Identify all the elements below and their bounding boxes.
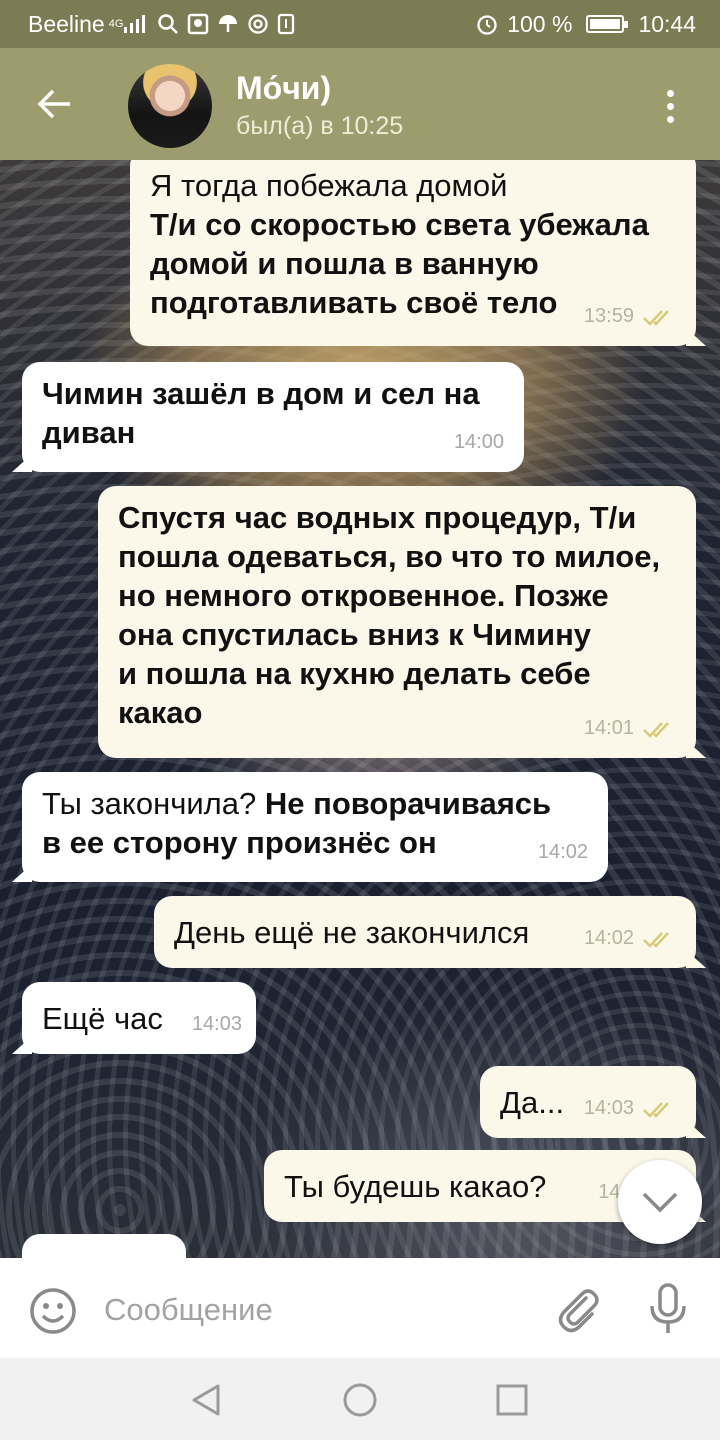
chat-header: Мо́чи) был(а) в 10:25 — [0, 48, 720, 160]
message-time: 14:02 — [583, 927, 634, 949]
message-text: она спустилась вниз к Чимину — [118, 617, 592, 652]
double-check-icon — [643, 1101, 669, 1118]
message-text: но немного откровенное. Позже — [118, 578, 609, 613]
message-composer — [0, 1258, 720, 1358]
message-bubble-outgoing[interactable]: Я тогда побежала домой Т/и со скоростью … — [130, 160, 696, 346]
message-text: пошла одеваться, во что то милое, — [118, 539, 661, 574]
more-vertical-icon — [666, 87, 674, 126]
message-text: диван — [42, 415, 136, 450]
message-text: Ты закончила? Не поворачиваясь — [42, 784, 588, 823]
double-check-icon — [643, 721, 669, 738]
double-check-icon — [643, 309, 669, 326]
message-text-bold: Не поворачиваясь — [264, 786, 552, 821]
paperclip-icon — [558, 1289, 599, 1333]
double-check-icon — [643, 931, 669, 948]
message-meta: 14:03 — [584, 1089, 676, 1128]
back-button[interactable] — [22, 74, 86, 134]
message-text: Т/и со скоростью света убежала — [150, 207, 649, 242]
upload-icon — [277, 13, 295, 35]
message-time: 14:02 — [537, 841, 588, 863]
message-text-plain: Ты закончила? — [42, 786, 257, 821]
message-input[interactable] — [104, 1284, 524, 1336]
triangle-back-icon — [192, 1384, 220, 1416]
clock: 10:44 — [638, 10, 696, 37]
carrier-name: Beeline — [28, 10, 105, 37]
alarm-icon — [475, 12, 499, 36]
message-time: 14:03 — [583, 1097, 634, 1119]
message-text: Спустя час водных процедур, Т/и — [118, 500, 637, 535]
system-navigation-bar — [0, 1358, 720, 1440]
message-bubble-outgoing[interactable]: Да... 14:03 — [480, 1066, 696, 1138]
circle-home-icon — [343, 1383, 377, 1417]
message-meta: 14:01 — [584, 709, 676, 748]
at-sign-icon — [247, 13, 269, 35]
message-meta: 14:02 — [538, 833, 588, 872]
message-meta: 14:02 — [584, 919, 676, 958]
message-text: Я тогда побежала домой — [150, 168, 508, 203]
message-text: Чимин зашёл в дом и сел на — [42, 376, 480, 411]
square-recents-icon — [496, 1384, 528, 1416]
message-bubble-incoming[interactable]: Ещё час 14:03 — [22, 982, 256, 1054]
chat-background: Я тогда побежала домой Т/и со скоростью … — [0, 160, 720, 1258]
last-seen-status: был(а) в 10:25 — [236, 112, 404, 140]
nav-home-button[interactable] — [340, 1380, 380, 1420]
battery-icon — [586, 15, 629, 33]
message-bubble-incoming[interactable]: Ты закончила? Не поворачиваясь в ее стор… — [22, 772, 608, 882]
scroll-down-button[interactable] — [618, 1160, 702, 1244]
message-meta: 14:03 — [192, 1005, 242, 1044]
emoji-button[interactable] — [28, 1286, 78, 1336]
network-type: 4G — [108, 18, 124, 30]
message-bubble-incoming[interactable] — [22, 1234, 186, 1258]
nav-recents-button[interactable] — [492, 1380, 532, 1420]
message-time: 14:01 — [583, 717, 634, 739]
umbrella-icon — [217, 13, 239, 35]
battery-percent: 100 % — [507, 10, 573, 37]
signal-icon: 4G — [109, 15, 150, 33]
chat-title[interactable]: Мо́чи) — [236, 70, 331, 107]
message-time: 14:03 — [191, 1013, 242, 1035]
attach-button[interactable] — [552, 1284, 602, 1334]
chevron-down-icon — [642, 1192, 678, 1213]
message-time: 13:59 — [583, 305, 634, 327]
nav-back-button[interactable] — [186, 1380, 226, 1420]
status-bar: Beeline 4G 100 % 10:44 — [0, 0, 720, 48]
message-text: домой и пошла в ванную — [150, 246, 539, 281]
message-meta: 13:59 — [584, 297, 676, 336]
arrow-left-icon — [37, 89, 70, 119]
message-bubble-outgoing[interactable]: День ещё не закончился 14:02 — [154, 896, 696, 968]
message-text: в ее сторону произнёс он — [42, 825, 437, 860]
message-text: и пошла на кухню делать себе — [118, 656, 591, 691]
microphone-button[interactable] — [644, 1282, 692, 1336]
message-bubble-incoming[interactable]: Чимин зашёл в дом и сел на диван 14:00 — [22, 362, 524, 472]
smiley-icon — [30, 1288, 76, 1334]
message-meta: 14:00 — [454, 423, 504, 462]
search-icon — [157, 13, 179, 35]
microphone-icon — [650, 1283, 686, 1333]
avatar[interactable] — [128, 64, 212, 148]
message-bubble-outgoing[interactable]: Спустя час водных процедур, Т/и пошла од… — [98, 486, 696, 758]
message-time: 14:00 — [453, 431, 504, 453]
more-menu-button[interactable] — [642, 78, 698, 134]
gallery-icon — [187, 13, 209, 35]
